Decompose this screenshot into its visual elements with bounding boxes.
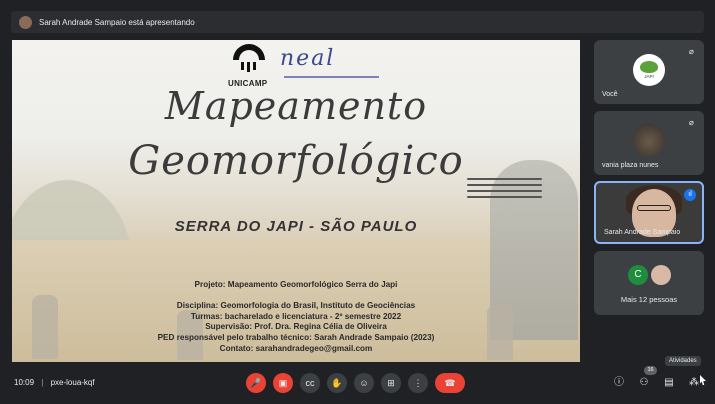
participant-tile-vania[interactable]: ⌀ vania plaza nunes [594,111,704,175]
raise-hand-button[interactable]: ✋ [327,373,347,393]
info-line: Contato: sarahandradegeo@gmail.com [219,343,373,353]
activities-icon[interactable]: ⁂ [687,376,701,390]
neal-logo-underline [284,76,379,78]
camera-toggle-button[interactable]: ▣ [273,373,293,393]
presenter-avatar [19,15,32,29]
slide-subtitle: SERRA DO JAPI - SÃO PAULO [174,218,418,235]
participant-name: Você [602,91,618,98]
info-line: Supervisão: Prof. Dra. Regina Célia de O… [205,322,387,332]
participant-initial-avatar: C [628,265,648,285]
slide-title-line1: Mapeamento [164,84,428,128]
mic-off-icon: ⌀ [689,118,694,127]
activities-tooltip: Atividades [665,356,701,366]
more-options-button[interactable]: ⋮ [408,373,428,393]
participant-avatar [651,265,671,285]
clock-time: 10:09 [14,378,35,387]
more-participants-label: Mais 12 pessoas [620,295,678,304]
end-call-button[interactable]: ☎ [435,373,465,393]
you-avatar: JAPI [633,54,665,86]
separator: | [41,378,44,387]
more-participants-tile[interactable]: C Mais 12 pessoas [594,251,704,315]
presenting-banner: Sarah Andrade Sampaio está apresentando [11,11,704,33]
speaking-indicator-icon: ıl [684,189,696,201]
participant-tile-sarah[interactable]: ıl Sarah Andrade Sampaio [594,181,704,244]
people-icon[interactable]: ⚇ [637,376,651,390]
camera-video-glasses [637,205,671,211]
presenting-text: Sarah Andrade Sampaio está apresentando [39,17,195,27]
reactions-button[interactable]: ☺ [354,373,374,393]
you-avatar-text: JAPI [644,74,654,79]
leaf-icon [640,61,658,73]
bottom-toolbar: 10:09 | pxe-loua-kqf 🎤 ▣ cc ✋ ☺ ⊞ ⋮ ☎ ⓘ … [0,366,715,404]
info-line: Disciplina: Geomorfologia do Brasil, Ins… [176,301,416,311]
participant-avatar [633,124,665,156]
call-controls: 🎤 ▣ cc ✋ ☺ ⊞ ⋮ ☎ [246,373,465,393]
participant-name: vania plaza nunes [602,162,659,169]
meeting-code: pxe-loua-kqf [50,378,95,387]
neal-logo-text: neal [280,46,336,71]
people-count-badge: 16 [644,366,657,375]
unicamp-logo-icon [233,44,265,72]
info-line: Turmas: bacharelado e licenciatura - 2º … [190,311,402,321]
postmark-lines-icon [467,178,542,202]
captions-button[interactable]: cc [300,373,320,393]
info-line: Projeto: Mapeamento Geomorfológico Serra… [194,280,398,289]
mic-toggle-button[interactable]: 🎤 [246,373,266,393]
info-icon[interactable]: ⓘ [612,376,626,390]
side-panel-controls: ⓘ ⚇ ▤ ⁂ [612,376,701,390]
chat-icon[interactable]: ▤ [662,376,676,390]
presentation-slide: UNICAMP neal Mapeamento Geomorfológico S… [12,40,580,362]
mic-off-icon: ⌀ [689,47,694,56]
meeting-info: 10:09 | pxe-loua-kqf [14,378,95,387]
present-button[interactable]: ⊞ [381,373,401,393]
slide-info-block: Projeto: Mapeamento Geomorfológico Serra… [12,280,580,354]
meet-window: Sarah Andrade Sampaio está apresentando … [0,0,715,404]
participant-name: Sarah Andrade Sampaio [604,229,681,236]
slide-logos: UNICAMP neal [228,42,379,88]
participant-tile-you[interactable]: ⌀ JAPI Você [594,40,704,104]
info-line: PED responsável pelo trabalho técnico: S… [157,332,435,342]
